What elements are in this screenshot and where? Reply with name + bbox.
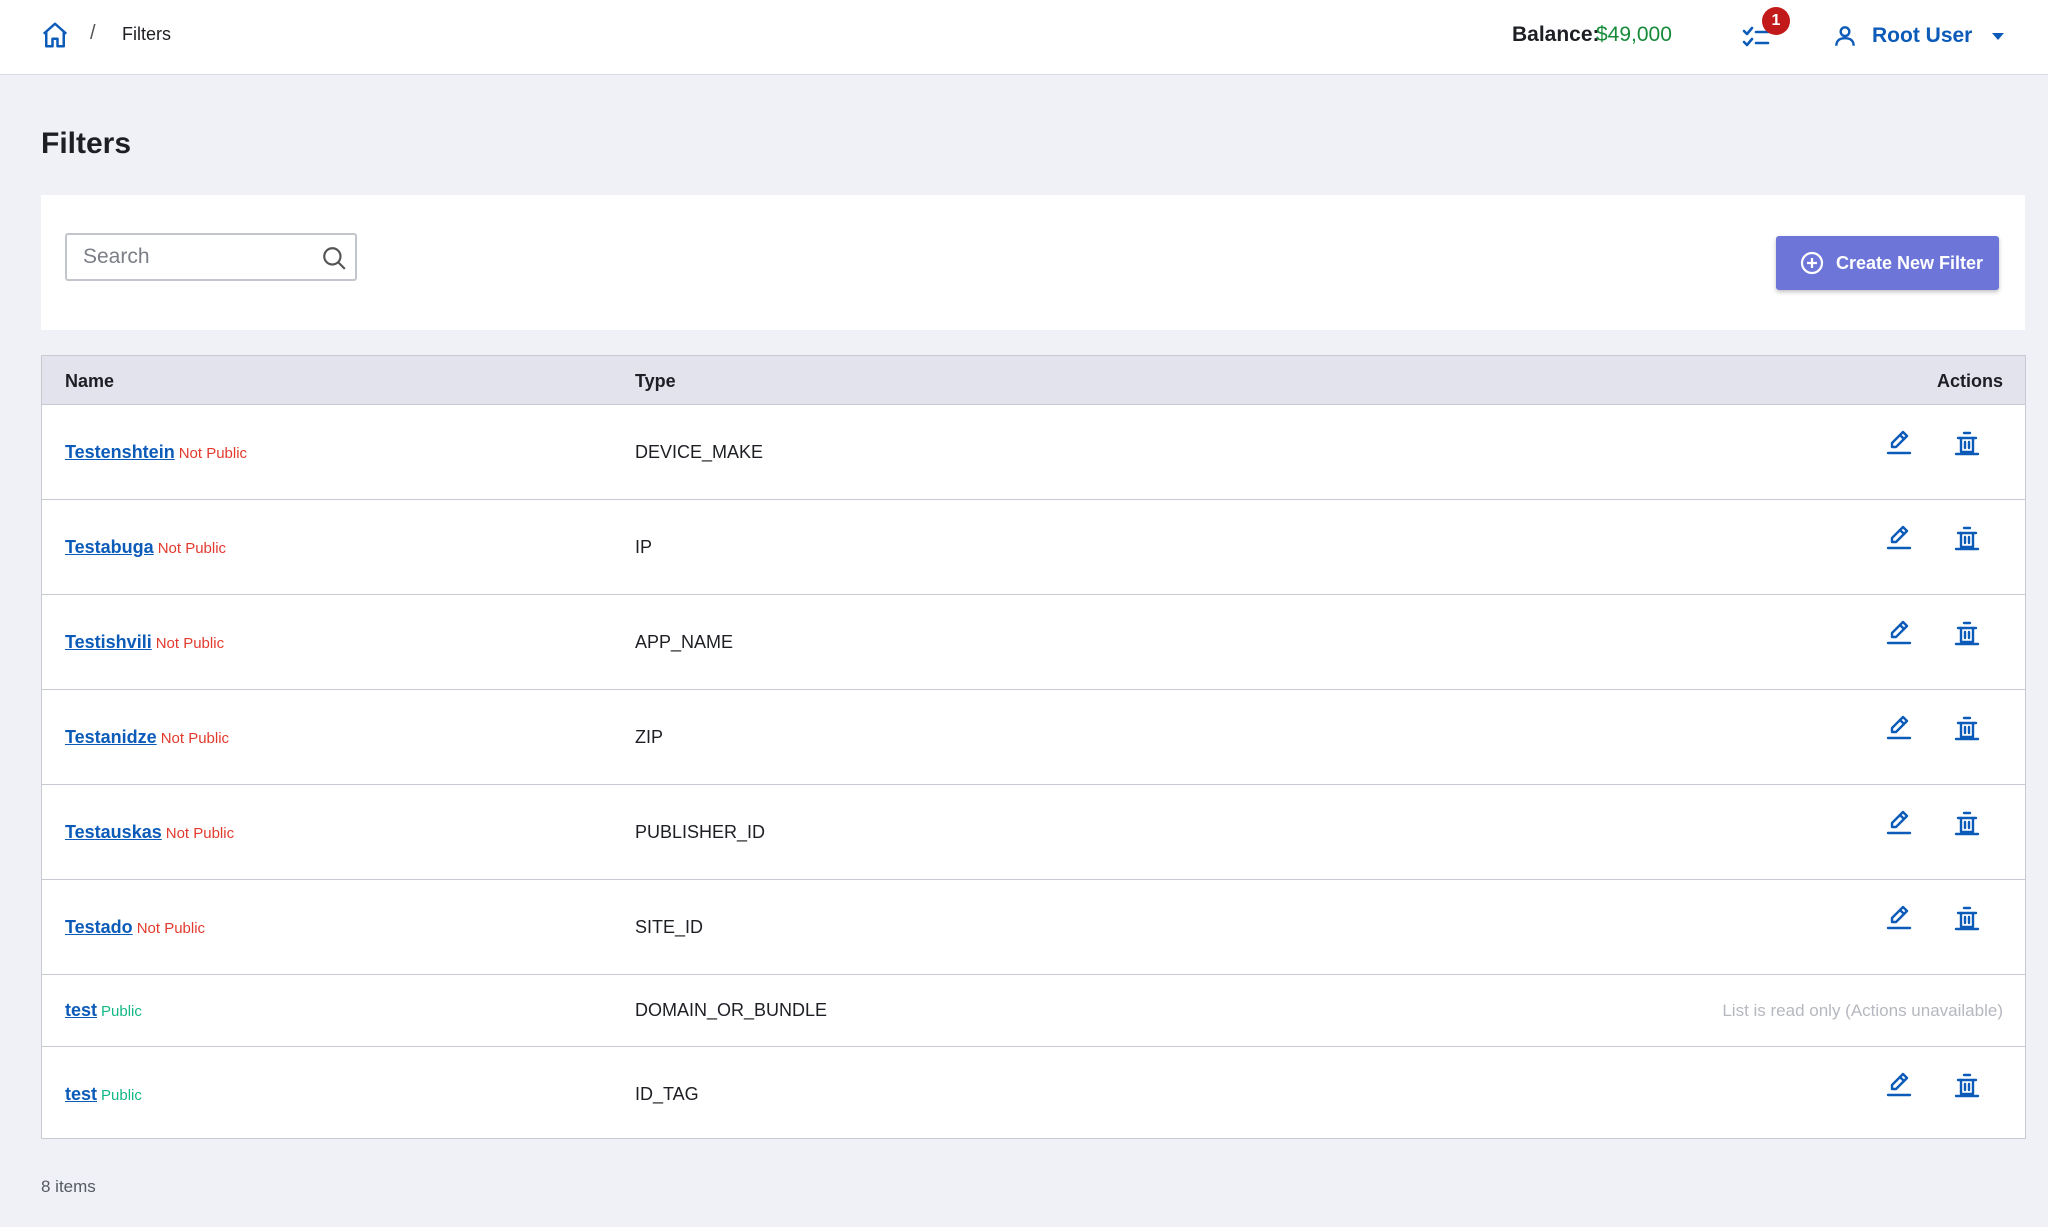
cell-name: test Public <box>65 1084 142 1105</box>
filter-name-link[interactable]: test <box>65 1000 97 1021</box>
filter-name-link[interactable]: Testanidze <box>65 727 157 748</box>
page-title: Filters <box>41 127 132 160</box>
row-actions <box>1885 429 1981 457</box>
table-row: Testabuga Not Public IP <box>42 500 2025 595</box>
cell-type: SITE_ID <box>635 917 704 937</box>
edit-icon[interactable] <box>1885 1071 1913 1099</box>
cell-name: test Public <box>65 1000 142 1021</box>
item-count: 8 items <box>41 1177 96 1196</box>
visibility-badge: Public <box>101 1003 142 1020</box>
delete-icon[interactable] <box>1953 714 1981 742</box>
table-row: test Public DOMAIN_OR_BUNDLE List is read o… <box>42 975 2025 1047</box>
search-box <box>65 233 357 281</box>
edit-icon[interactable] <box>1885 619 1913 647</box>
visibility-badge: Not Public <box>155 635 225 652</box>
table-row: Testado Not Public SITE_ID <box>42 880 2025 975</box>
search-icon[interactable] <box>321 245 347 271</box>
home-icon[interactable] <box>40 20 70 50</box>
visibility-badge: Not Public <box>136 920 206 937</box>
cell-type: PUBLISHER_ID <box>635 822 766 842</box>
row-actions <box>1885 524 1981 552</box>
table-row: Testanidze Not Public ZIP <box>42 690 2025 785</box>
search-input[interactable] <box>67 235 317 279</box>
cell-type: ID_TAG <box>635 1084 699 1104</box>
column-header-name[interactable]: Name <box>65 371 114 392</box>
cell-name: Testauskas Not Public <box>65 822 234 843</box>
delete-icon[interactable] <box>1953 904 1981 932</box>
user-menu[interactable]: Root User <box>1832 18 2005 54</box>
row-actions <box>1885 1071 1981 1099</box>
edit-icon[interactable] <box>1885 524 1913 552</box>
filters-toolbar: Create New Filter <box>41 195 2025 330</box>
user-name: Root User <box>1872 24 1973 47</box>
filter-name-link[interactable]: Testauskas <box>65 822 162 843</box>
plus-circle-icon <box>1800 251 1824 275</box>
balance-value: $49,000 <box>1596 23 1672 46</box>
breadcrumb-current: Filters <box>122 24 171 44</box>
delete-icon[interactable] <box>1953 809 1981 837</box>
delete-icon[interactable] <box>1953 524 1981 552</box>
table-header: Name Type Actions <box>42 356 2025 405</box>
filter-name-link[interactable]: Testishvili <box>65 632 152 653</box>
cell-type: DOMAIN_OR_BUNDLE <box>635 1000 828 1020</box>
table-row: Testenshtein Not Public DEVICE_MAKE <box>42 405 2025 500</box>
filter-name-link[interactable]: Testado <box>65 917 133 938</box>
chevron-down-icon <box>1992 32 2005 40</box>
cell-type: IP <box>635 537 653 557</box>
create-new-filter-label: Create New Filter <box>1836 252 1984 273</box>
column-header-actions: Actions <box>1936 371 2003 391</box>
cell-name: Testishvili Not Public <box>65 632 224 653</box>
table-row: test Public ID_TAG <box>42 1047 2025 1142</box>
visibility-badge: Not Public <box>160 730 230 747</box>
filters-table: Name Type Actions Testenshtein Not Public… <box>41 355 2026 1139</box>
visibility-badge: Public <box>101 1087 142 1104</box>
edit-icon[interactable] <box>1885 904 1913 932</box>
cell-type: DEVICE_MAKE <box>635 442 764 462</box>
breadcrumb-separator: / <box>90 22 96 44</box>
edit-icon[interactable] <box>1885 714 1913 742</box>
cell-name: Testanidze Not Public <box>65 727 229 748</box>
visibility-badge: Not Public <box>165 825 235 842</box>
row-actions <box>1885 619 1981 647</box>
column-header-type[interactable]: Type <box>635 371 676 392</box>
filter-name-link[interactable]: test <box>65 1084 97 1105</box>
cell-type: ZIP <box>635 727 664 747</box>
table-row: Testauskas Not Public PUBLISHER_ID <box>42 785 2025 880</box>
cell-type: APP_NAME <box>635 632 734 652</box>
table-row: Testishvili Not Public APP_NAME <box>42 595 2025 690</box>
row-actions <box>1885 714 1981 742</box>
row-actions <box>1885 809 1981 837</box>
balance-label: Balance: <box>1512 23 1600 46</box>
cell-name: Testado Not Public <box>65 917 205 938</box>
visibility-badge: Not Public <box>178 445 248 462</box>
tasks-badge: 1 <box>1762 7 1790 35</box>
row-actions <box>1885 904 1981 932</box>
visibility-badge: Not Public <box>157 540 227 557</box>
delete-icon[interactable] <box>1953 619 1981 647</box>
filter-name-link[interactable]: Testenshtein <box>65 442 175 463</box>
cell-name: Testabuga Not Public <box>65 537 226 558</box>
readonly-note: List is read only (Actions unavailable) <box>1722 1001 2003 1020</box>
delete-icon[interactable] <box>1953 1071 1981 1099</box>
filter-name-link[interactable]: Testabuga <box>65 537 154 558</box>
create-new-filter-button[interactable]: Create New Filter <box>1776 236 1999 290</box>
top-bar: / Filters Balance: $49,000 1 Root User <box>0 0 2048 75</box>
edit-icon[interactable] <box>1885 809 1913 837</box>
edit-icon[interactable] <box>1885 429 1913 457</box>
delete-icon[interactable] <box>1953 429 1981 457</box>
cell-name: Testenshtein Not Public <box>65 442 247 463</box>
user-icon <box>1835 26 1855 46</box>
